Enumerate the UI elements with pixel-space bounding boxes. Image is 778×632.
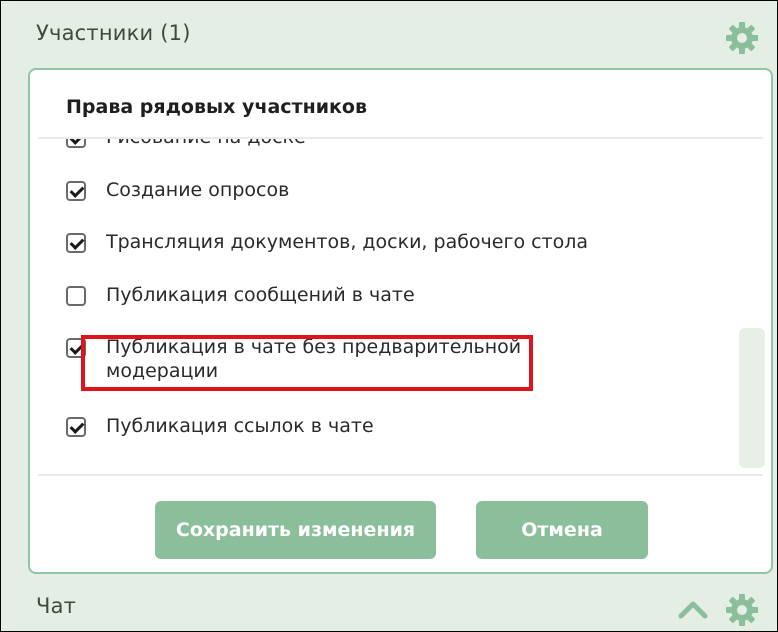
chat-header[interactable]: Чат [1,578,777,631]
list-item[interactable]: Трансляция документов, доски, рабочего с… [66,230,588,254]
gear-icon[interactable] [725,21,759,55]
chat-title: Чат [36,594,77,618]
rights-list[interactable]: Рисование на доске Создание опросов Тран… [30,139,771,473]
list-item[interactable]: Создание опросов [66,178,289,202]
checkbox[interactable] [66,233,86,253]
item-label: Публикация ссылок в чате [106,415,374,437]
checkbox[interactable] [66,286,86,306]
list-item[interactable]: Публикация ссылок в чате [66,414,374,438]
checkbox[interactable] [66,338,86,358]
participants-title: Участники (1) [36,21,191,45]
divider [38,474,763,476]
list-item[interactable]: Рисование на доске [66,139,306,149]
checkbox[interactable] [66,181,86,201]
item-label: Создание опросов [106,179,290,201]
item-label: Трансляция документов, доски, рабочего с… [106,231,589,253]
item-label: Публикация в чате без предварительной мо… [106,336,522,382]
list-item[interactable]: Публикация в чате без предварительной мо… [66,335,626,383]
chevron-up-icon[interactable] [677,598,709,620]
scrollbar-thumb[interactable] [739,328,765,468]
rights-panel-title: Права рядовых участников [66,96,367,118]
cancel-button[interactable]: Отмена [476,501,648,559]
rights-panel: Права рядовых участников Рисование на до… [28,68,773,574]
participants-header[interactable]: Участники (1) [1,1,777,65]
checkbox[interactable] [66,139,86,148]
list-item[interactable]: Публикация сообщений в чате [66,283,415,307]
item-label: Публикация сообщений в чате [106,284,415,306]
checkbox[interactable] [66,417,86,437]
save-button[interactable]: Сохранить изменения [155,501,436,559]
participants-window: Участники (1) Права рядовых участников Р… [0,0,778,632]
item-label: Рисование на доске [106,139,306,149]
gear-icon[interactable] [725,593,759,627]
